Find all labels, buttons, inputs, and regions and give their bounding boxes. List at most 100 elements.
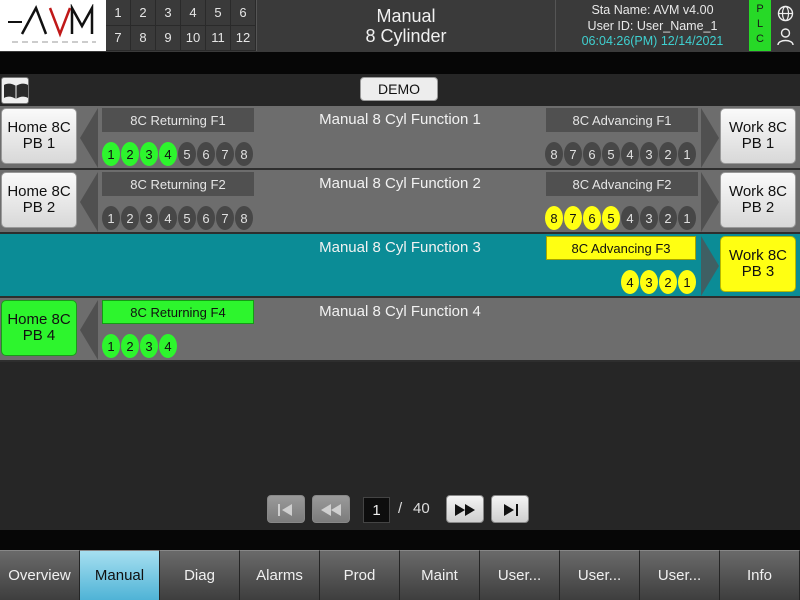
tab-overview[interactable]: Overview	[0, 550, 80, 600]
station-11[interactable]: 11	[206, 25, 231, 51]
station-4[interactable]: 4	[181, 0, 206, 26]
cyl-indicator: 3	[640, 270, 658, 294]
tab-diag[interactable]: Diag	[160, 550, 240, 600]
tab-user-1[interactable]: User...	[480, 550, 560, 600]
fast-forward-icon	[455, 504, 475, 516]
tab-manual[interactable]: Manual	[80, 550, 160, 600]
last-page-button[interactable]	[491, 495, 529, 523]
next-page-button[interactable]	[446, 495, 484, 523]
cyl-indicator: 3	[140, 206, 158, 230]
page-separator: /	[398, 500, 403, 517]
returning-label-2: 8C Returning F2	[102, 172, 254, 196]
home-pb-2-button[interactable]: Home 8C PB 2	[1, 172, 77, 228]
cyl-indicator: 6	[583, 142, 601, 166]
function-title-4: Manual 8 Cyl Function 4	[319, 303, 481, 320]
station-10[interactable]: 10	[181, 25, 206, 51]
cyl-indicator: 8	[235, 206, 253, 230]
cyl-indicator: 2	[659, 206, 677, 230]
station-grid: 1 2 3 4 5 6 7 8 9 10 11 12	[106, 0, 256, 51]
plc-letter: P	[756, 3, 764, 15]
advancing-label-3: 8C Advancing F3	[546, 236, 696, 260]
work-pb-3-button[interactable]: Work 8C PB 3	[720, 236, 796, 292]
arrow-left-icon	[80, 108, 98, 168]
tab-info[interactable]: Info	[720, 550, 800, 600]
cyl-indicator: 4	[159, 206, 177, 230]
advancing-indicators-2: 8 7 6 5 4 3 2 1	[545, 206, 696, 230]
total-pages: 40	[413, 500, 430, 517]
cyl-indicator: 4	[621, 142, 639, 166]
cyl-indicator: 3	[640, 206, 658, 230]
station-6[interactable]: 6	[231, 0, 256, 26]
station-1[interactable]: 1	[106, 0, 131, 26]
station-2[interactable]: 2	[131, 0, 156, 26]
returning-indicators-2: 1 2 3 4 5 6 7 8	[102, 206, 253, 230]
station-12[interactable]: 12	[231, 25, 256, 51]
cyl-indicator: 3	[140, 142, 158, 166]
returning-indicators-1: 1 2 3 4 5 6 7 8	[102, 142, 253, 166]
cyl-indicator: 8	[545, 206, 563, 230]
cyl-indicator: 7	[216, 206, 234, 230]
station-8[interactable]: 8	[131, 25, 156, 51]
cyl-indicator: 4	[159, 334, 177, 358]
advancing-indicators-1: 8 7 6 5 4 3 2 1	[545, 142, 696, 166]
advancing-indicators-3: 4 3 2 1	[621, 270, 696, 294]
work-pb-2-button[interactable]: Work 8C PB 2	[720, 172, 796, 228]
tab-alarms[interactable]: Alarms	[240, 550, 320, 600]
first-page-icon	[278, 504, 292, 516]
function-title-2: Manual 8 Cyl Function 2	[319, 175, 481, 192]
station-7[interactable]: 7	[106, 25, 131, 51]
footer-spacer	[0, 530, 800, 550]
station-5[interactable]: 5	[206, 0, 231, 26]
current-page-input[interactable]: 1	[363, 497, 390, 523]
cyl-indicator: 1	[102, 206, 120, 230]
station-3[interactable]: 3	[156, 0, 181, 26]
work-pb-1-button[interactable]: Work 8C PB 1	[720, 108, 796, 164]
arrow-left-icon	[80, 172, 98, 232]
message-bar	[0, 52, 800, 74]
manual-book-button[interactable]	[1, 77, 29, 104]
home-pb-1-button[interactable]: Home 8C PB 1	[1, 108, 77, 164]
plc-letter: L	[756, 18, 764, 30]
tab-maint[interactable]: Maint	[400, 550, 480, 600]
cyl-indicator: 1	[678, 142, 696, 166]
cyl-indicator: 5	[178, 206, 196, 230]
returning-label-4: 8C Returning F4	[102, 300, 254, 324]
first-page-button[interactable]	[267, 495, 305, 523]
book-icon	[4, 83, 28, 99]
demo-button[interactable]: DEMO	[360, 77, 438, 101]
function-row-2: Home 8C PB 2 8C Returning F2 Manual 8 Cy…	[0, 170, 800, 234]
cyl-indicator: 6	[583, 206, 601, 230]
station-name: Sta Name: AVM v4.00	[591, 3, 714, 17]
page-title-line1: Manual	[376, 6, 436, 26]
cyl-indicator: 2	[659, 142, 677, 166]
last-page-icon	[504, 504, 518, 516]
avm-logo	[0, 0, 106, 51]
user-id[interactable]: User ID: User_Name_1	[556, 19, 749, 35]
cyl-indicator: 5	[602, 142, 620, 166]
cyl-indicator: 2	[659, 270, 677, 294]
rewind-icon	[321, 504, 341, 516]
prev-page-button[interactable]	[312, 495, 350, 523]
cyl-indicator: 3	[140, 334, 158, 358]
arrow-right-icon	[701, 172, 719, 232]
cyl-indicator: 5	[178, 142, 196, 166]
tab-user-3[interactable]: User...	[640, 550, 720, 600]
cyl-indicator: 8	[545, 142, 563, 166]
plc-letter: C	[756, 33, 764, 45]
cyl-indicator: 7	[564, 142, 582, 166]
cyl-indicator: 1	[678, 270, 696, 294]
cyl-indicator: 7	[564, 206, 582, 230]
bottom-nav: Overview Manual Diag Alarms Prod Maint U…	[0, 550, 800, 600]
avm-logo-icon	[8, 4, 96, 43]
cyl-indicator: 2	[121, 142, 139, 166]
function-row-1: Home 8C PB 1 8C Returning F1 Manual 8 Cy…	[0, 106, 800, 170]
home-pb-4-button[interactable]: Home 8C PB 4	[1, 300, 77, 356]
user-icon[interactable]	[777, 28, 794, 46]
tab-prod[interactable]: Prod	[320, 550, 400, 600]
function-title-3: Manual 8 Cyl Function 3	[319, 239, 481, 256]
page-title: Manual 8 Cylinder	[256, 0, 556, 51]
globe-icon[interactable]	[777, 5, 794, 22]
station-9[interactable]: 9	[156, 25, 181, 51]
tab-user-2[interactable]: User...	[560, 550, 640, 600]
cyl-indicator: 5	[602, 206, 620, 230]
